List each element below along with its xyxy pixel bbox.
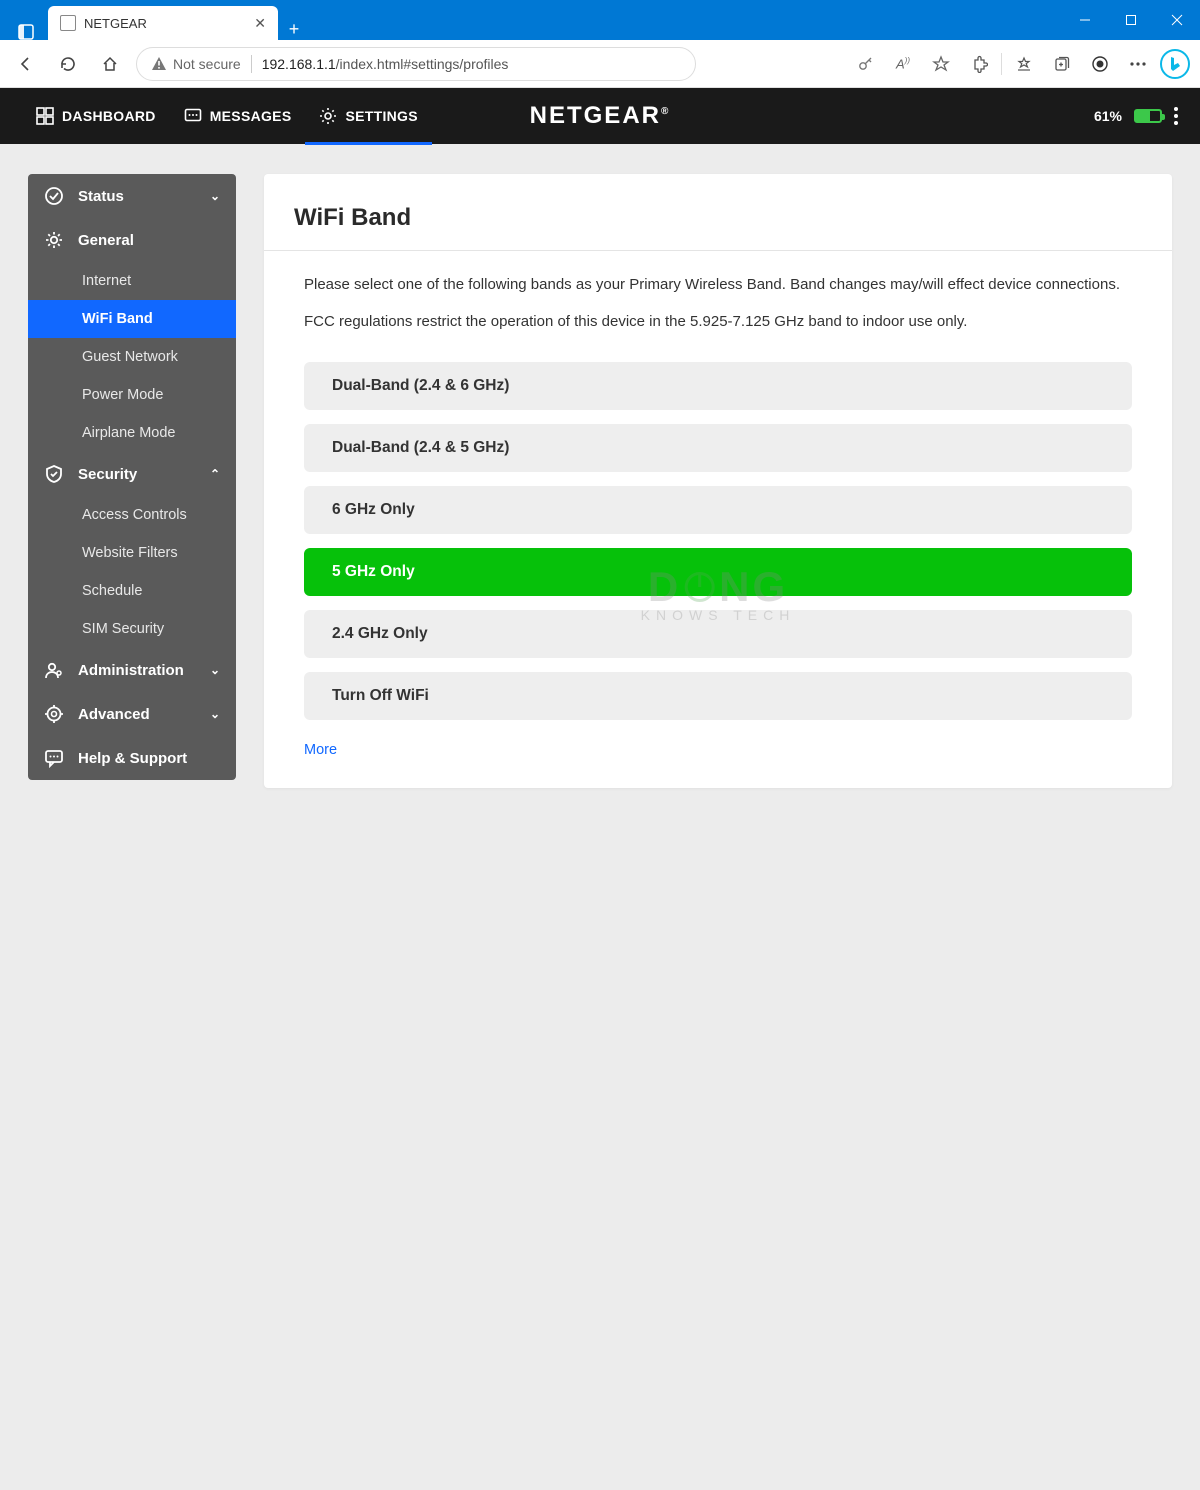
sidebar-item-status[interactable]: Status ⌄ [28, 174, 236, 218]
new-tab-button[interactable]: + [278, 19, 310, 40]
sidebar-sub-access-controls[interactable]: Access Controls [28, 496, 236, 534]
key-icon[interactable] [849, 48, 881, 80]
close-window-button[interactable] [1154, 0, 1200, 40]
tab-title: NETGEAR [84, 16, 246, 31]
dashboard-icon [36, 107, 54, 125]
sidebar-item-advanced[interactable]: Advanced ⌄ [28, 692, 236, 736]
option-dual-24-5[interactable]: Dual-Band (2.4 & 5 GHz) [304, 424, 1132, 472]
battery-icon [1134, 109, 1162, 123]
divider [264, 250, 1172, 251]
battery-percent: 61% [1094, 108, 1122, 124]
divider [1001, 53, 1002, 75]
sidebar-label: Help & Support [78, 750, 187, 767]
chevron-up-icon: ⌃ [210, 467, 220, 481]
sidebar-item-help[interactable]: Help & Support [28, 736, 236, 780]
chat-icon [44, 748, 64, 768]
sidebar-label: Security [78, 466, 137, 483]
sidebar-label: Administration [78, 662, 184, 679]
advanced-gear-icon [44, 704, 64, 724]
option-5ghz-only[interactable]: 5 GHz Only [304, 548, 1132, 596]
sidebar: Status ⌄ General Internet WiFi Band Gues… [28, 174, 236, 780]
chevron-down-icon: ⌄ [210, 189, 220, 203]
favorites-star-icon[interactable] [925, 48, 957, 80]
security-indicator[interactable]: Not secure [151, 56, 241, 72]
sidebar-sub-airplane-mode[interactable]: Airplane Mode [28, 414, 236, 452]
gear-icon [44, 230, 64, 250]
tab-actions-icon[interactable] [8, 24, 44, 40]
profile-icon[interactable] [1084, 48, 1116, 80]
sidebar-sub-website-filters[interactable]: Website Filters [28, 534, 236, 572]
divider [251, 55, 252, 73]
titlebar: NETGEAR ✕ + [0, 0, 1200, 40]
home-button[interactable] [94, 48, 126, 80]
sidebar-label: Status [78, 188, 124, 205]
sidebar-sub-internet[interactable]: Internet [28, 262, 236, 300]
option-dual-24-6[interactable]: Dual-Band (2.4 & 6 GHz) [304, 362, 1132, 410]
extensions-icon[interactable] [963, 48, 995, 80]
nav-messages[interactable]: MESSAGES [170, 88, 306, 144]
maximize-button[interactable] [1108, 0, 1154, 40]
messages-icon [184, 107, 202, 125]
settings-gear-icon [319, 107, 337, 125]
nav-label: MESSAGES [210, 108, 292, 124]
read-aloud-icon[interactable]: A)) [887, 48, 919, 80]
app-header: DASHBOARD MESSAGES SETTINGS NETGEAR® 61% [0, 88, 1200, 144]
band-options: Dual-Band (2.4 & 6 GHz) Dual-Band (2.4 &… [264, 348, 1172, 720]
more-menu-icon[interactable] [1122, 48, 1154, 80]
intro-text-1: Please select one of the following bands… [264, 273, 1172, 296]
admin-icon [44, 660, 64, 680]
content-area: Status ⌄ General Internet WiFi Band Gues… [0, 144, 1200, 1490]
more-link[interactable]: More [264, 720, 1172, 758]
collections-icon[interactable] [1046, 48, 1078, 80]
nav-settings[interactable]: SETTINGS [305, 88, 431, 144]
check-circle-icon [44, 186, 64, 206]
favorites-list-icon[interactable] [1008, 48, 1040, 80]
sidebar-sub-schedule[interactable]: Schedule [28, 572, 236, 610]
sidebar-sub-guest-network[interactable]: Guest Network [28, 338, 236, 376]
nav-dashboard[interactable]: DASHBOARD [22, 88, 170, 144]
security-label: Not secure [173, 56, 241, 72]
intro-text-2: FCC regulations restrict the operation o… [264, 310, 1172, 333]
close-tab-icon[interactable]: ✕ [254, 15, 266, 32]
address-bar[interactable]: Not secure 192.168.1.1/index.html#settin… [136, 47, 696, 81]
sidebar-item-administration[interactable]: Administration ⌄ [28, 648, 236, 692]
sidebar-sub-sim-security[interactable]: SIM Security [28, 610, 236, 648]
refresh-button[interactable] [52, 48, 84, 80]
chevron-down-icon: ⌄ [210, 663, 220, 677]
url-text: 192.168.1.1/index.html#settings/profiles [262, 56, 509, 72]
kebab-menu-icon[interactable] [1174, 107, 1178, 125]
page-icon [60, 15, 76, 31]
shield-icon [44, 464, 64, 484]
browser-tab[interactable]: NETGEAR ✕ [48, 6, 278, 40]
sidebar-item-security[interactable]: Security ⌃ [28, 452, 236, 496]
sidebar-label: Advanced [78, 706, 150, 723]
main-panel: WiFi Band Please select one of the follo… [264, 174, 1172, 788]
option-turn-off-wifi[interactable]: Turn Off WiFi [304, 672, 1132, 720]
option-24ghz-only[interactable]: 2.4 GHz Only [304, 610, 1132, 658]
option-6ghz-only[interactable]: 6 GHz Only [304, 486, 1132, 534]
sidebar-sub-power-mode[interactable]: Power Mode [28, 376, 236, 414]
sidebar-label: General [78, 232, 134, 249]
bing-chat-icon[interactable] [1160, 49, 1190, 79]
browser-toolbar: Not secure 192.168.1.1/index.html#settin… [0, 40, 1200, 88]
brand-logo: NETGEAR® [530, 102, 671, 130]
chevron-down-icon: ⌄ [210, 707, 220, 721]
minimize-button[interactable] [1062, 0, 1108, 40]
sidebar-item-general[interactable]: General [28, 218, 236, 262]
nav-label: SETTINGS [345, 108, 417, 124]
nav-label: DASHBOARD [62, 108, 156, 124]
page-title: WiFi Band [264, 204, 1172, 250]
back-button[interactable] [10, 48, 42, 80]
sidebar-sub-wifi-band[interactable]: WiFi Band [28, 300, 236, 338]
